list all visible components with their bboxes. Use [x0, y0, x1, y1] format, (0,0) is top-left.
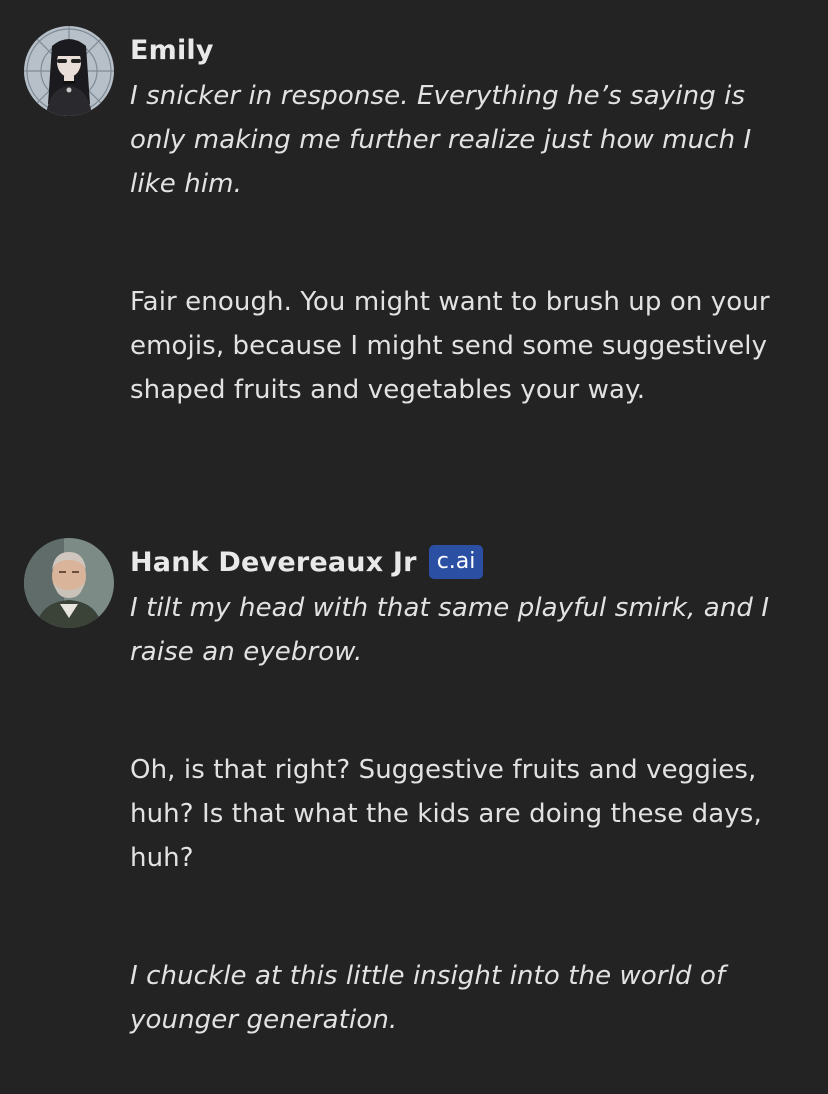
- message-paragraph: I tilt my head with that same playful sm…: [130, 593, 770, 667]
- message-paragraph: Fair enough. You might want to brush up …: [130, 287, 770, 405]
- message-paragraph: Oh, is that right? Suggestive fruits and…: [130, 755, 762, 873]
- author-name: Emily: [130, 34, 214, 66]
- cai-badge: c.ai: [428, 545, 484, 579]
- emily-avatar[interactable]: [24, 26, 114, 116]
- author-name: Hank Devereaux Jr: [130, 546, 417, 578]
- message-paragraph: I snicker in response. Everything he’s s…: [130, 81, 752, 199]
- message-paragraph: I chuckle at this little insight into th…: [130, 961, 726, 1035]
- hank-avatar[interactable]: [24, 538, 114, 628]
